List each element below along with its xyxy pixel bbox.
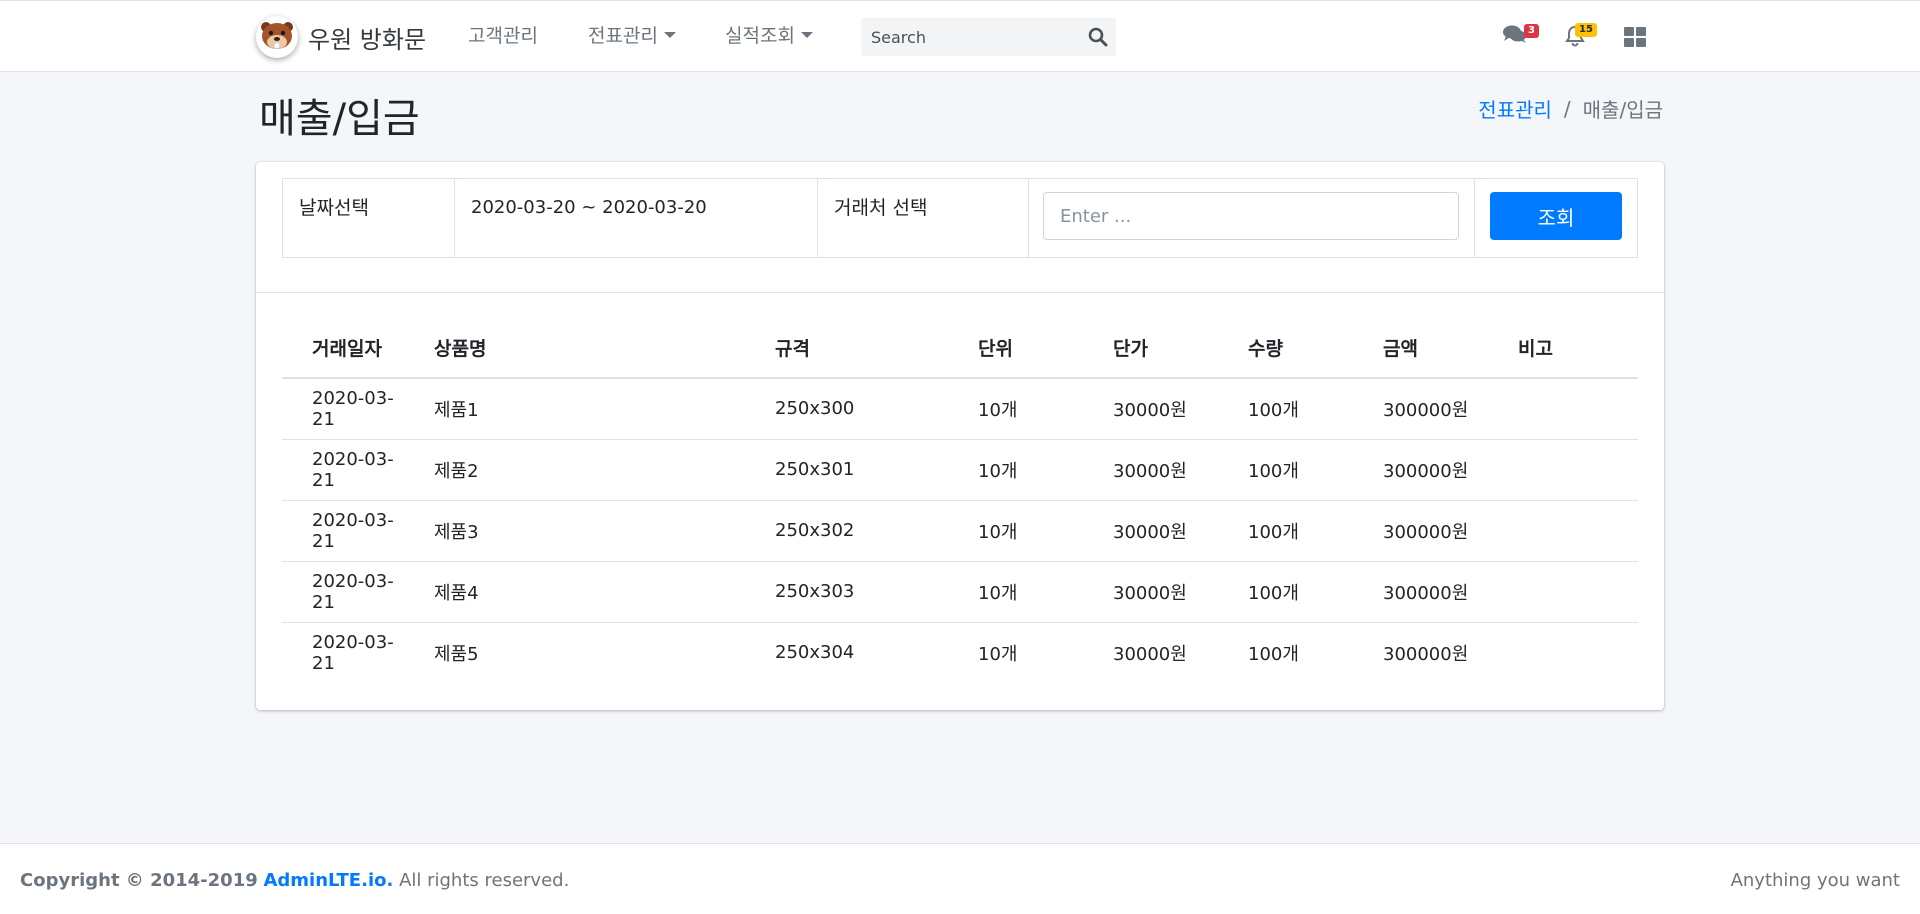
table-row[interactable]: 2020-03-21 제품4 250x303 10개 30000원 100개 3… (282, 561, 1638, 623)
client-input-cell (1028, 178, 1475, 258)
table-cell: 제품4 (404, 561, 745, 623)
rights-text: All rights reserved. (399, 870, 570, 891)
table-cell: 300000원 (1353, 561, 1488, 623)
table-cell: 2020-03-21 (282, 439, 404, 501)
column-header: 금액 (1353, 318, 1488, 379)
table-cell: 250x304 (775, 642, 855, 664)
caret-down-icon (800, 31, 813, 38)
table-cell: 30000원 (1113, 643, 1187, 665)
messages-count-badge: 3 (1524, 24, 1539, 38)
table-cell (1488, 439, 1638, 501)
top-navbar: 우원 방화문 고객관리 전표관리 실적조회 3 (0, 0, 1920, 72)
adminlte-link[interactable]: AdminLTE.io. (263, 870, 393, 891)
apps-button[interactable] (1622, 23, 1650, 51)
nav-voucher-management[interactable]: 전표관리 (588, 21, 676, 48)
column-header: 수량 (1218, 318, 1353, 379)
table-row[interactable]: 2020-03-21 제품2 250x301 10개 30000원 100개 3… (282, 439, 1638, 501)
search-icon[interactable] (1088, 27, 1108, 47)
table-cell: 300000원 (1353, 439, 1488, 501)
table-cell (1488, 561, 1638, 623)
nav-customer-management-label: 고객관리 (468, 25, 538, 47)
client-input[interactable] (1043, 192, 1459, 240)
messages-button[interactable]: 3 (1502, 23, 1539, 51)
caret-down-icon (663, 31, 676, 38)
table-cell: 10개 (948, 378, 1083, 440)
table-row[interactable]: 2020-03-21 제품1 250x300 10개 30000원 100개 3… (282, 378, 1638, 440)
navbar-search-input[interactable] (871, 19, 1081, 55)
table-row[interactable]: 2020-03-21 제품3 250x302 10개 30000원 100개 3… (282, 500, 1638, 562)
table-cell: 10개 (948, 439, 1083, 501)
table-cell: 10개 (948, 561, 1083, 623)
sales-card: 날짜선택 2020-03-20 ~ 2020-03-20 거래처 선택 조회 거… (256, 162, 1664, 710)
table-cell: 2020-03-21 (282, 561, 404, 623)
notifications-button[interactable]: 15 (1563, 23, 1597, 51)
nav-voucher-management-label: 전표관리 (588, 25, 658, 47)
column-header: 거래일자 (282, 318, 404, 379)
table-cell: 100개 (1218, 378, 1353, 440)
table-cell: 10개 (978, 643, 1018, 665)
copyright-text: Copyright © 2014-2019 (20, 870, 258, 891)
table-cell: 2020-03-21 (282, 378, 404, 440)
breadcrumb: 전표관리 / 매출/입금 (1478, 94, 1663, 123)
client-label: 거래처 선택 (817, 178, 1029, 258)
column-header: 비고 (1488, 318, 1638, 379)
beaver-logo-icon (256, 16, 298, 58)
column-header: 규격 (745, 318, 948, 379)
table-cell: 2020-03-21 (282, 500, 404, 562)
filter-table: 날짜선택 2020-03-20 ~ 2020-03-20 거래처 선택 조회 (282, 178, 1638, 258)
table-cell: 제품2 (404, 439, 745, 501)
date-label: 날짜선택 (282, 178, 455, 258)
breadcrumb-link-voucher[interactable]: 전표관리 (1478, 98, 1552, 122)
footer-tagline: Anything you want (1730, 870, 1900, 891)
brand-link[interactable]: 우원 방화문 (256, 15, 426, 59)
breadcrumb-current: 매출/입금 (1582, 98, 1663, 122)
table-cell: 250x300 (745, 378, 948, 440)
table-cell: 300000원 (1383, 643, 1469, 665)
column-header: 단가 (1083, 318, 1218, 379)
card-divider (256, 292, 1664, 293)
nav-performance-inquiry[interactable]: 실적조회 (725, 21, 813, 48)
table-cell: 250x303 (745, 561, 948, 623)
notifications-count-badge: 15 (1575, 23, 1597, 37)
table-row[interactable]: 2020-03-21 제품5 250x304 10개 30000원 100개 3… (282, 622, 1638, 683)
table-cell: 250x301 (745, 439, 948, 501)
table-cell: 250x302 (745, 500, 948, 562)
table-cell: 30000원 (1083, 561, 1218, 623)
table-cell (1488, 500, 1638, 562)
table-cell: 제품5 (434, 643, 479, 665)
table-cell: 2020-03-21 (312, 631, 394, 674)
table-cell: 100개 (1218, 500, 1353, 562)
table-cell: 300000원 (1353, 500, 1488, 562)
table-cell (1488, 378, 1638, 440)
nav-performance-inquiry-label: 실적조회 (725, 25, 795, 47)
table-cell: 100개 (1218, 561, 1353, 623)
nav-customer-management[interactable]: 고객관리 (468, 21, 538, 48)
navbar-search (861, 18, 1116, 56)
sales-table: 거래일자 상품명 규격 단위 단가 수량 금액 비고 2020-03-21 제품… (282, 318, 1638, 683)
table-cell: 30000원 (1083, 439, 1218, 501)
th-large-icon (1624, 27, 1646, 51)
brand-text: 우원 방화문 (308, 25, 427, 54)
table-cell: 100개 (1218, 439, 1353, 501)
main-footer: Copyright © 2014-2019 AdminLTE.io. All r… (0, 843, 1920, 914)
date-range-picker[interactable]: 2020-03-20 ~ 2020-03-20 (454, 178, 818, 258)
table-cell: 제품1 (404, 378, 745, 440)
table-cell: 10개 (948, 500, 1083, 562)
table-cell: 30000원 (1083, 500, 1218, 562)
column-header: 단위 (948, 318, 1083, 379)
table-cell: 제품3 (404, 500, 745, 562)
table-cell: 30000원 (1083, 378, 1218, 440)
table-cell: 300000원 (1353, 378, 1488, 440)
page-title: 매출/입금 (259, 96, 420, 142)
search-button[interactable]: 조회 (1490, 192, 1622, 240)
footer-copyright: Copyright © 2014-2019 AdminLTE.io. All r… (20, 870, 569, 891)
breadcrumb-separator: / (1563, 96, 1571, 121)
table-cell: 100개 (1248, 643, 1299, 665)
column-header: 상품명 (404, 318, 745, 379)
search-button-cell: 조회 (1474, 178, 1638, 258)
table-cell (1488, 622, 1638, 683)
table-header-row: 거래일자 상품명 규격 단위 단가 수량 금액 비고 (282, 318, 1638, 379)
